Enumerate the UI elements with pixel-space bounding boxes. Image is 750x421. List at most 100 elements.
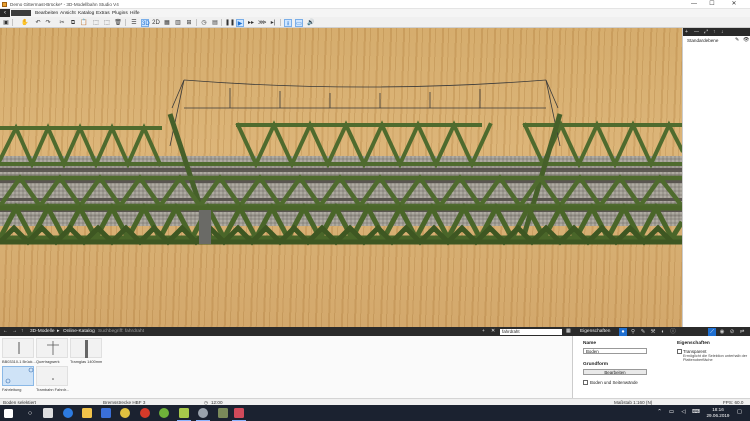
chrome-icon[interactable] — [120, 408, 130, 418]
eye-icon[interactable]: 👁 — [743, 37, 749, 44]
2d-view-icon[interactable]: 2D — [152, 19, 160, 27]
nav-up-icon[interactable]: ↑ — [21, 329, 23, 334]
close-button[interactable]: ✕ — [726, 0, 742, 9]
notification-icon[interactable]: ▢ — [736, 409, 743, 416]
media-icon[interactable] — [232, 408, 246, 421]
delete-icon[interactable]: 🗑 — [114, 19, 122, 27]
walls-checkbox[interactable] — [583, 380, 588, 385]
catalog-item-selected[interactable]: Fahrleitung — [2, 366, 34, 392]
start-icon[interactable] — [4, 408, 13, 418]
cut-icon[interactable]: ✂ — [58, 19, 66, 27]
keyboard-icon[interactable]: ⌨ — [692, 409, 700, 416]
catalog-bar: ← → ↑ 3D-Modelle ▸ Online-Katalog Suchbe… — [0, 327, 572, 336]
maximize-button[interactable]: ☐ — [704, 0, 720, 9]
name-input[interactable]: Boden — [583, 348, 647, 354]
catalog-item[interactable]: Tramglas 1400mm — [70, 338, 102, 364]
tools-icon[interactable]: ✎ — [639, 328, 647, 336]
add-icon[interactable]: + — [482, 329, 485, 334]
catalog-item[interactable]: BB03310-1 Brück... — [2, 338, 36, 364]
layers-icon[interactable]: ▥ — [174, 19, 182, 27]
nav-back-icon[interactable]: ← — [3, 329, 8, 334]
3d-viewport[interactable] — [0, 28, 682, 327]
add-layer-icon[interactable]: + — [685, 28, 688, 36]
menu-item-hilfe[interactable]: Hilfe — [130, 11, 140, 16]
menu-item-katalog[interactable]: Katalog — [78, 11, 94, 16]
info-icon[interactable]: ● — [619, 327, 627, 336]
paste-icon[interactable]: 📋 — [80, 19, 88, 27]
file-menu-slot[interactable] — [11, 10, 31, 16]
mast-foot — [199, 210, 211, 244]
lock-icon[interactable]: ⊘ — [728, 328, 736, 336]
list-icon[interactable]: ☰ — [130, 19, 138, 27]
minimize-button[interactable]: — — [686, 0, 702, 9]
catalog-thumbnail — [36, 366, 68, 386]
undo-icon[interactable]: ↶ — [34, 19, 42, 27]
breadcrumb-3d-models[interactable]: 3D-Modelle — [30, 329, 55, 334]
edge-icon[interactable] — [63, 408, 73, 418]
move-down-icon[interactable]: ↓ — [721, 28, 724, 36]
redo-icon[interactable]: ↷ — [44, 19, 52, 27]
move-up-icon[interactable]: ↑ — [713, 28, 716, 36]
paint-icon[interactable]: ◐ — [659, 328, 667, 336]
grid-icon[interactable]: ▦ — [163, 19, 171, 27]
wrench-icon[interactable]: ⚒ — [649, 328, 657, 336]
faster-icon[interactable]: ⋙ — [258, 19, 267, 27]
edit-button[interactable]: Bearbeiten — [583, 369, 647, 375]
camera-icon[interactable]: ⊞ — [185, 19, 193, 27]
tray-up-icon[interactable]: ⌃ — [656, 409, 663, 416]
menu-item-plugins[interactable]: Plugins — [112, 11, 128, 16]
app-icon[interactable] — [218, 408, 228, 418]
clear-icon[interactable]: ✕ — [491, 329, 495, 334]
expand-icon[interactable]: ⤢ — [704, 28, 708, 36]
menu-item-ansicht[interactable]: Ansicht — [60, 11, 76, 16]
grid-view-icon[interactable]: ▦ — [566, 329, 571, 334]
skip-end-icon[interactable]: ▸| — [269, 19, 277, 27]
help-icon[interactable]: ⓘ — [669, 328, 677, 336]
app-green-icon[interactable] — [159, 408, 169, 418]
explorer-icon[interactable] — [82, 408, 92, 418]
edit-icon[interactable]: ⟋ — [708, 327, 716, 336]
name-label: Name — [583, 341, 597, 346]
menu-item-extras[interactable]: Extras — [96, 11, 110, 16]
pin-icon[interactable]: ✎ — [735, 37, 739, 44]
bridge-scene — [0, 79, 682, 246]
download-icon[interactable]: ⭳ — [284, 18, 292, 27]
eye-icon[interactable]: ◉ — [718, 328, 726, 336]
monitor-icon[interactable]: ▭ — [295, 18, 303, 27]
fast-forward-icon[interactable]: ▸▸ — [247, 19, 255, 27]
app-red-icon[interactable] — [140, 408, 150, 418]
play-icon[interactable]: ▶ — [236, 18, 244, 27]
table-icon[interactable]: ▤ — [211, 19, 219, 27]
volume-icon[interactable]: 🔊 — [307, 19, 315, 27]
menu-item-bearbeiten[interactable]: Bearbeiten — [35, 11, 58, 16]
catalog-thumbnail — [70, 338, 102, 358]
catalog-item[interactable]: Quertragwerk — [36, 338, 68, 364]
network-icon[interactable]: ▭ — [668, 409, 675, 416]
search-icon[interactable]: ○ — [26, 410, 34, 418]
save-icon[interactable]: ▣ — [2, 19, 10, 27]
store-icon[interactable] — [101, 408, 111, 418]
copy-icon[interactable]: ⧉ — [69, 19, 77, 27]
group-icon[interactable]: ⬚ — [92, 19, 100, 27]
hand-icon[interactable]: ✋ — [21, 19, 29, 27]
catalog-search-input[interactable] — [500, 328, 562, 335]
clock-icon[interactable]: ◷ — [200, 19, 208, 27]
task-view-icon[interactable] — [43, 408, 53, 418]
link-icon[interactable]: ⇌ — [738, 328, 746, 336]
catalog-item[interactable]: Trambahn Fahrdr... — [36, 366, 69, 392]
layer-item[interactable]: Standardebene ✎ 👁 — [684, 37, 750, 44]
settings-icon[interactable] — [196, 408, 210, 421]
transparent-checkbox[interactable] — [677, 349, 682, 354]
modellbahn-icon[interactable] — [177, 408, 191, 421]
taskbar-clock[interactable]: 18:16 29.06.2019 — [706, 407, 730, 418]
ungroup-icon[interactable]: ⬚ — [103, 19, 111, 27]
breadcrumb-online-catalog[interactable]: Online-Katalog — [63, 329, 95, 334]
tree-icon[interactable]: ⚲ — [629, 328, 637, 336]
catalog-item-label: Trambahn Fahrdr... — [36, 387, 70, 392]
speaker-icon[interactable]: ◁ — [680, 409, 687, 416]
nav-forward-icon[interactable]: → — [12, 329, 17, 334]
back-button[interactable]: ‹ — [0, 9, 10, 17]
3d-view-icon[interactable]: 3D — [141, 18, 150, 27]
pause-icon[interactable]: ❚❚ — [225, 19, 235, 27]
remove-layer-icon[interactable]: — — [694, 28, 699, 36]
